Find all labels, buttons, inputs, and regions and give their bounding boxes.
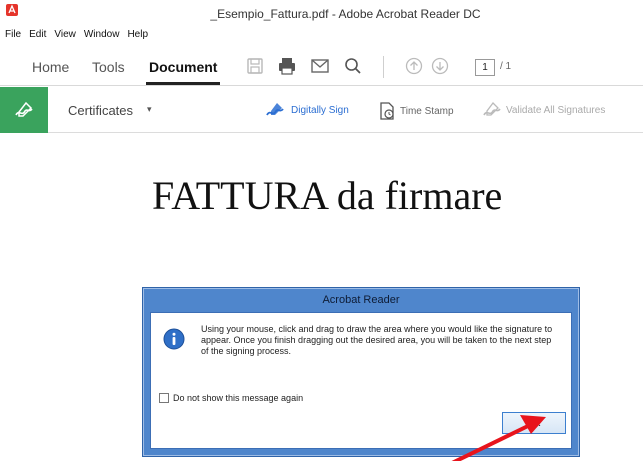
window-title: _Esempio_Fattura.pdf - Adobe Acrobat Rea… xyxy=(210,7,481,21)
validate-all-signatures-button[interactable]: Validate All Signatures xyxy=(482,101,605,119)
page-up-icon[interactable] xyxy=(404,56,424,76)
pen-signature-icon xyxy=(15,101,33,117)
menu-edit[interactable]: Edit xyxy=(29,29,46,40)
time-stamp-label: Time Stamp xyxy=(400,105,454,117)
time-stamp-button[interactable]: Time Stamp xyxy=(378,101,454,121)
print-icon[interactable] xyxy=(277,56,297,76)
dont-show-again-option[interactable]: Do not show this message again xyxy=(159,393,303,403)
active-tab-indicator xyxy=(146,82,220,85)
chevron-down-icon[interactable]: ▾ xyxy=(147,104,152,115)
dialog-message: Using your mouse, click and drag to draw… xyxy=(201,324,553,356)
certificates-menu-label[interactable]: Certificates xyxy=(68,103,133,118)
info-icon xyxy=(163,328,185,350)
ok-button[interactable]: OK xyxy=(502,412,566,434)
search-icon[interactable] xyxy=(343,56,363,76)
dialog-body: Using your mouse, click and drag to draw… xyxy=(150,312,572,449)
page-number-input[interactable]: 1 xyxy=(475,59,495,76)
tab-document[interactable]: Document xyxy=(149,59,217,75)
validate-signatures-icon xyxy=(483,102,501,116)
dont-show-again-checkbox[interactable] xyxy=(159,393,169,403)
menu-window[interactable]: Window xyxy=(84,29,120,40)
tab-tools[interactable]: Tools xyxy=(92,59,125,75)
toolbar-separator xyxy=(383,56,384,78)
menu-view[interactable]: View xyxy=(54,29,76,40)
mail-icon[interactable] xyxy=(310,56,330,76)
digitally-sign-button[interactable]: Digitally Sign xyxy=(265,101,349,119)
menu-bar: File Edit View Window Help xyxy=(0,24,643,44)
digitally-sign-label: Digitally Sign xyxy=(291,104,349,116)
dialog-title: Acrobat Reader xyxy=(322,294,400,306)
time-stamp-icon xyxy=(380,102,394,120)
save-icon[interactable] xyxy=(245,56,265,76)
menu-help[interactable]: Help xyxy=(127,29,148,40)
certificates-toolbar: Certificates ▾ Digitally Sign Time Stamp… xyxy=(0,87,643,133)
page-total: / 1 xyxy=(500,61,512,72)
page-down-icon[interactable] xyxy=(430,56,450,76)
signature-info-dialog: Acrobat Reader Using your mouse, click a… xyxy=(142,287,580,457)
tab-home[interactable]: Home xyxy=(32,59,69,75)
validate-all-signatures-label: Validate All Signatures xyxy=(506,104,606,116)
digitally-sign-icon xyxy=(266,103,284,116)
dont-show-again-label: Do not show this message again xyxy=(173,393,304,403)
window-titlebar: _Esempio_Fattura.pdf - Adobe Acrobat Rea… xyxy=(0,0,643,24)
menu-file[interactable]: File xyxy=(5,29,21,40)
document-heading: FATTURA da firmare xyxy=(152,173,503,218)
main-toolbar: Home Tools Document 1 / 1 xyxy=(0,46,643,86)
certificates-tool-icon[interactable] xyxy=(0,87,48,133)
